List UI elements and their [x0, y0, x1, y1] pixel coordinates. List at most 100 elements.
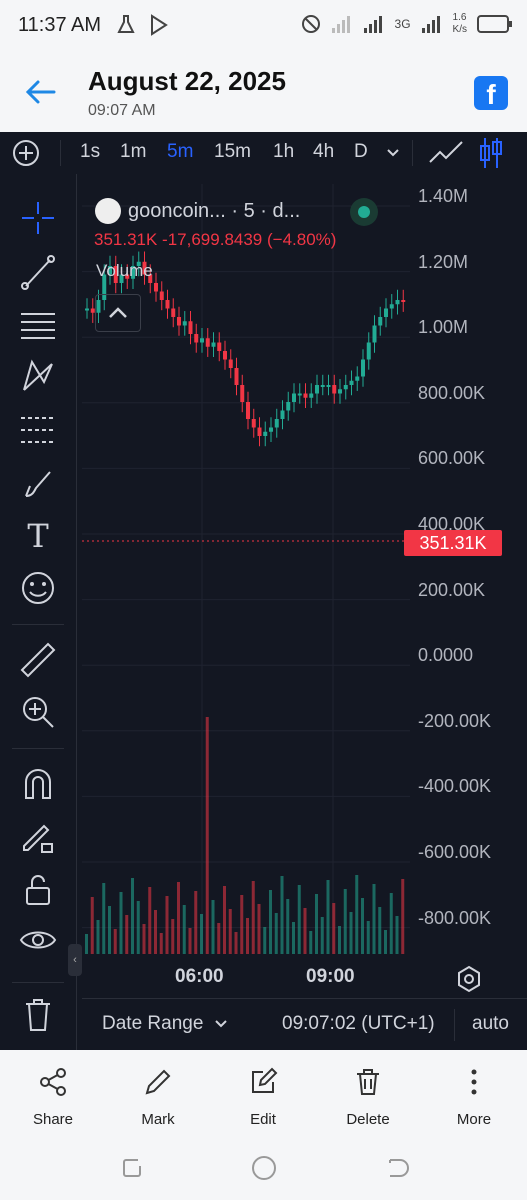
play-store-icon	[151, 14, 168, 36]
back-nav-icon[interactable]	[382, 1154, 410, 1182]
trash-tool-icon[interactable]	[18, 994, 58, 1034]
line-chart-icon[interactable]	[428, 140, 464, 166]
volume-bar	[223, 886, 226, 954]
facebook-icon[interactable]: f	[474, 76, 508, 110]
time-axis: 06:00 09:00	[82, 954, 527, 998]
trash-icon	[357, 1069, 379, 1095]
timeframe-4h[interactable]: 4h	[313, 141, 334, 163]
mark-button[interactable]: Mark	[118, 1066, 198, 1128]
more-button[interactable]: More	[434, 1066, 514, 1128]
candle-body	[171, 308, 176, 317]
price-axis-label: 1.20M	[418, 251, 469, 272]
timeframe-5m[interactable]: 5m	[167, 141, 193, 163]
home-icon[interactable]	[250, 1154, 278, 1182]
trend-line-icon[interactable]	[18, 252, 58, 292]
volume-bar	[274, 913, 278, 954]
price-axis-label: 0.0000	[418, 645, 474, 666]
clock-timezone[interactable]: 09:07:02 (UTC+1)	[282, 1013, 435, 1035]
volume-bar	[234, 932, 238, 954]
chevron-up-icon[interactable]	[95, 294, 141, 332]
recent-apps-icon[interactable]	[118, 1154, 146, 1182]
chevron-down-icon[interactable]	[385, 146, 401, 160]
text-tool-icon[interactable]: T	[18, 516, 58, 556]
candle-body	[217, 342, 222, 351]
timeframe-15m[interactable]: 15m	[214, 141, 251, 163]
timeframe-D[interactable]: D	[354, 141, 368, 163]
volume-bar	[326, 880, 330, 954]
volume-bar	[384, 930, 387, 954]
candle-body	[349, 380, 354, 385]
volume-bar	[182, 905, 186, 954]
emoji-icon[interactable]	[18, 568, 58, 608]
ruler-icon[interactable]	[18, 640, 58, 680]
edit-button[interactable]: Edit	[223, 1066, 303, 1128]
chart-bottom-bar: Date Range 09:07:02 (UTC+1) auto	[82, 998, 527, 1051]
timeframe-1h[interactable]: 1h	[273, 141, 294, 163]
candle-body	[177, 317, 181, 326]
candle-body	[274, 419, 279, 428]
edit-icon	[252, 1067, 278, 1093]
volume-bar	[85, 934, 88, 954]
coin-logo	[95, 198, 121, 224]
chevron-down-icon[interactable]	[214, 1018, 228, 1030]
market-status-indicator	[350, 198, 378, 226]
crosshair-icon[interactable]	[18, 198, 58, 238]
candle-body	[188, 321, 193, 334]
delete-button[interactable]: Delete	[328, 1066, 408, 1128]
price-axis-label: 800.00K	[418, 382, 486, 403]
horizontal-lines-icon[interactable]	[18, 304, 58, 344]
volume-bar	[136, 901, 140, 954]
volume-bar	[177, 882, 180, 954]
share-button[interactable]: Share	[13, 1066, 93, 1128]
candle-body	[297, 393, 302, 396]
candle-body	[182, 321, 187, 326]
candlestick-icon[interactable]	[478, 136, 504, 170]
candle-body	[251, 419, 256, 428]
date-range-button[interactable]: Date Range	[102, 1013, 203, 1035]
page-subtitle: 09:07 AM	[88, 102, 156, 119]
volume-bar	[257, 904, 261, 954]
candle-body	[286, 402, 291, 411]
symbol-title[interactable]: gooncoin... · 5 · d...	[128, 200, 300, 223]
volume-bar	[102, 883, 106, 954]
candle-body	[223, 351, 227, 360]
timeframe-1s[interactable]: 1s	[80, 141, 100, 163]
price-values: 351.31K -17,699.8439 (−4.80%)	[94, 230, 337, 249]
collapse-toolbar-button[interactable]: ‹	[68, 944, 82, 976]
candle-body	[378, 317, 383, 326]
magnet-icon[interactable]	[18, 764, 58, 804]
candle-body	[257, 427, 262, 436]
unlock-icon[interactable]	[18, 870, 58, 910]
volume-bar	[372, 884, 376, 954]
lock-drawing-icon[interactable]	[18, 816, 58, 856]
volume-bar	[280, 876, 284, 954]
candle-body	[372, 325, 377, 343]
candle-body	[384, 308, 388, 317]
zoom-in-icon[interactable]	[18, 692, 58, 732]
timeframe-1m[interactable]: 1m	[120, 141, 146, 163]
candle-body	[194, 334, 199, 343]
add-indicator-icon[interactable]	[12, 139, 40, 167]
dnd-icon	[301, 15, 320, 33]
back-arrow-icon[interactable]	[22, 74, 58, 110]
chart-settings-icon[interactable]	[454, 964, 484, 994]
volume-bar	[332, 903, 336, 954]
more-vertical-icon	[471, 1069, 477, 1095]
share-icon	[40, 1068, 66, 1096]
eye-icon[interactable]	[18, 920, 58, 960]
volume-bar	[165, 896, 169, 954]
candle-body	[309, 393, 314, 398]
volume-bar	[263, 927, 267, 954]
price-axis-label: 600.00K	[418, 448, 486, 469]
volume-bar	[349, 912, 353, 954]
pattern-icon[interactable]	[18, 356, 58, 396]
net-speed: 1.6 K/s	[452, 12, 467, 35]
candle-body	[154, 283, 158, 292]
fib-retracement-icon[interactable]	[18, 410, 58, 450]
price-axis-label: -400.00K	[418, 776, 492, 797]
candle-body	[338, 389, 342, 394]
brush-icon[interactable]	[18, 464, 58, 504]
auto-scale-button[interactable]: auto	[472, 1013, 509, 1035]
volume-bar	[309, 931, 313, 954]
volume-bar	[96, 920, 100, 954]
